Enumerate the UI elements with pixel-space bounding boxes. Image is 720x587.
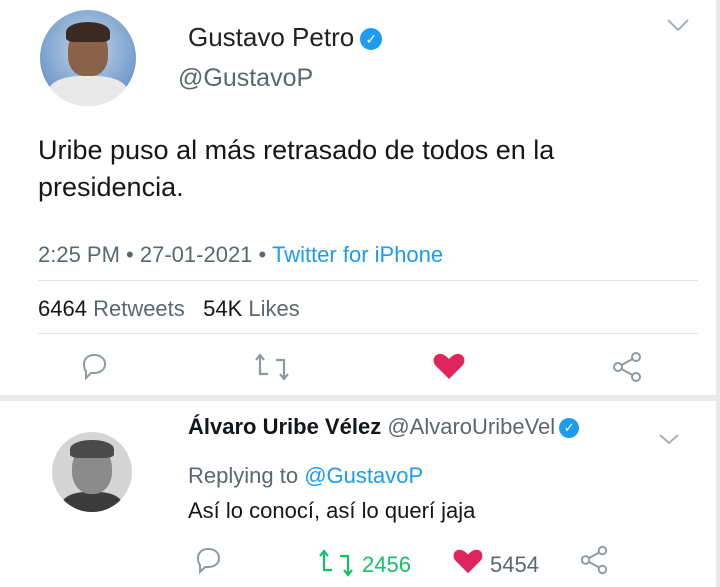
replying-to-mention[interactable]: @GustavoP [304, 463, 423, 488]
share-icon[interactable] [610, 350, 644, 391]
reply-text: Así lo conocí, así lo querí jaja [188, 498, 476, 523]
reply-author-name[interactable]: Álvaro Uribe Vélez @AlvaroUribeVel ✓ [188, 414, 580, 440]
divider [38, 280, 698, 281]
reply-like-count: 5454 [490, 552, 539, 577]
reply-author-avatar[interactable] [52, 432, 132, 512]
tweet-meta: 2:25 PM • 27-01-2021 • Twitter for iPhon… [38, 242, 444, 267]
divider [38, 333, 698, 334]
likes-count: 54K [203, 296, 243, 321]
tweet-source-link[interactable]: Twitter for iPhone [272, 242, 443, 267]
heart-icon[interactable] [452, 546, 484, 583]
replying-prefix: Replying to [188, 463, 299, 488]
chevron-down-icon[interactable] [666, 16, 690, 39]
verified-badge-icon: ✓ [360, 28, 383, 51]
chevron-down-icon[interactable] [658, 432, 680, 451]
tweet-text-line: presidencia. [38, 172, 184, 202]
tweet-stats: 6464 Retweets 54K Likes [38, 296, 300, 322]
tweet-time[interactable]: 2:25 PM [38, 242, 120, 267]
retweets-label: Retweets [93, 296, 185, 321]
reply-author-name-text: Álvaro Uribe Vélez [188, 414, 382, 439]
retweets-stat[interactable]: 6464 Retweets [38, 296, 185, 321]
reply-author-handle[interactable]: @AlvaroUribeVel [387, 414, 555, 439]
tweet-date[interactable]: 27-01-2021 [140, 242, 253, 267]
reply-icon[interactable] [192, 544, 224, 583]
reply-icon[interactable] [78, 350, 110, 389]
author-name[interactable]: Gustavo Petro ✓ [188, 22, 383, 53]
tweet-text-line: Uribe puso al más retrasado de todos en … [38, 135, 555, 165]
retweet-icon[interactable] [254, 352, 290, 389]
author-name-text: Gustavo Petro [188, 22, 355, 52]
verified-badge-icon: ✓ [559, 418, 580, 439]
author-avatar[interactable] [40, 10, 136, 106]
likes-label: Likes [248, 296, 300, 321]
author-handle[interactable]: @GustavoP [178, 64, 313, 93]
main-tweet-card: Gustavo Petro ✓ @GustavoP Uribe puso al m… [0, 0, 716, 395]
retweet-icon[interactable] [318, 548, 354, 585]
likes-stat[interactable]: 54K Likes [203, 296, 300, 321]
heart-icon[interactable] [432, 350, 466, 389]
share-icon[interactable] [578, 544, 610, 583]
reply-retweet-count: 2456 [362, 552, 411, 577]
tweet-text: Uribe puso al más retrasado de todos en … [38, 132, 638, 206]
retweets-count: 6464 [38, 296, 87, 321]
replying-to: Replying to @GustavoP [188, 463, 423, 489]
